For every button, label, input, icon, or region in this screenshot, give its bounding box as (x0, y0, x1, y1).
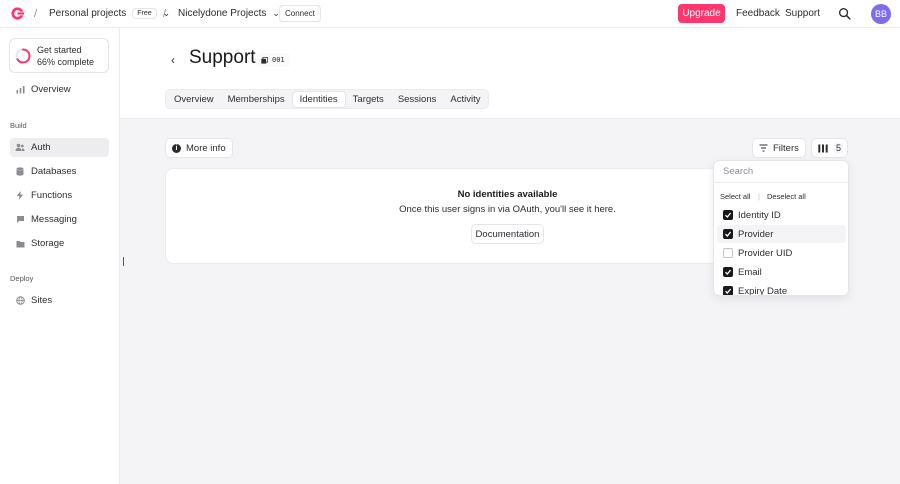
columns-count: 5 (834, 143, 844, 153)
sidebar-item-label: Auth (31, 142, 51, 153)
sidebar: Get started 66% complete Overview Build … (0, 28, 120, 484)
column-option-email[interactable]: Email (717, 263, 846, 281)
upgrade-button[interactable]: Upgrade (678, 4, 725, 23)
database-icon (15, 167, 25, 177)
filters-label: Filters (773, 142, 799, 154)
action-divider: | (758, 192, 760, 201)
sidebar-item-databases[interactable]: Databases (10, 162, 109, 181)
avatar[interactable]: BB (871, 4, 891, 24)
breadcrumb-project[interactable]: Nicelydone Projects ⌄ (178, 8, 280, 19)
sidebar-item-messaging[interactable]: Messaging (10, 210, 109, 229)
column-option-expiry-date[interactable]: Expiry Date (717, 282, 846, 296)
sidebar-item-label: Databases (31, 166, 77, 177)
columns-icon (818, 144, 828, 152)
lightning-icon (15, 191, 25, 201)
breadcrumb-separator: / (34, 8, 38, 20)
section-label-build: Build (10, 121, 27, 130)
users-icon (15, 143, 25, 153)
deselect-all-button[interactable]: Deselect all (767, 192, 806, 201)
sidebar-item-functions[interactable]: Functions (10, 186, 109, 205)
select-all-button[interactable]: Select all (720, 192, 750, 201)
tab-sessions[interactable]: Sessions (391, 91, 444, 108)
appwrite-logo-icon[interactable] (10, 6, 25, 21)
more-info-button[interactable]: i More info (165, 138, 233, 158)
tab-memberships[interactable]: Memberships (221, 91, 292, 108)
more-info-label: More info (186, 142, 226, 154)
column-option-provider-uid[interactable]: Provider UID (717, 244, 846, 262)
tab-bar: Overview Memberships Identities Targets … (165, 89, 490, 109)
breadcrumb-org[interactable]: Personal projects Free ⌄ (49, 8, 170, 19)
breadcrumb-project-label: Nicelydone Projects (178, 8, 267, 19)
get-started-card[interactable]: Get started 66% complete (9, 38, 109, 73)
bar-chart-icon (15, 85, 25, 95)
page-header: ‹ Support 001 Overview Memberships Ident… (120, 28, 900, 119)
column-option-label: Provider (738, 228, 774, 240)
feedback-link[interactable]: Feedback (736, 8, 780, 19)
breadcrumb-org-label: Personal projects (49, 8, 127, 19)
tab-targets[interactable]: Targets (346, 91, 391, 108)
columns-button[interactable]: 5 (811, 138, 848, 158)
sidebar-item-storage[interactable]: Storage (10, 234, 109, 253)
sidebar-resize-handle[interactable] (123, 257, 124, 266)
checkbox-checked[interactable] (723, 286, 733, 295)
id-badge[interactable]: 001 (256, 53, 290, 67)
sidebar-item-label: Sites (31, 295, 53, 306)
connect-button[interactable]: Connect (279, 5, 321, 22)
get-started-progress: 66% complete (37, 57, 95, 67)
id-badge-value: 001 (272, 56, 285, 64)
sidebar-item-label: Messaging (31, 214, 77, 225)
columns-popover: Select all | Deselect all Identity ID Pr… (713, 160, 849, 296)
filters-button[interactable]: Filters (752, 138, 806, 158)
tab-overview[interactable]: Overview (167, 91, 221, 108)
sidebar-item-overview[interactable]: Overview (10, 80, 109, 99)
checkbox-checked[interactable] (723, 210, 733, 220)
back-arrow-icon[interactable]: ‹ (171, 53, 175, 67)
tab-activity[interactable]: Activity (443, 91, 487, 108)
filter-icon (759, 144, 768, 152)
sidebar-item-auth[interactable]: Auth (10, 138, 109, 157)
globe-icon (15, 296, 25, 306)
support-link[interactable]: Support (785, 8, 820, 19)
progress-ring-icon (15, 48, 31, 64)
documentation-button[interactable]: Documentation (471, 224, 544, 244)
sidebar-item-label: Overview (31, 84, 71, 95)
chat-icon (15, 215, 25, 225)
sidebar-item-label: Storage (31, 238, 65, 249)
get-started-title: Get started (37, 45, 82, 55)
checkbox-checked[interactable] (723, 267, 733, 277)
checkbox-checked[interactable] (723, 229, 733, 239)
top-bar: / Personal projects Free ⌄ / Nicelydone … (0, 0, 900, 28)
plan-badge: Free (132, 8, 157, 19)
columns-search-input[interactable] (714, 161, 848, 183)
copy-icon (261, 56, 268, 64)
column-option-label: Provider UID (738, 247, 793, 259)
page-title: Support (189, 47, 256, 68)
sidebar-item-label: Functions (31, 190, 73, 201)
section-label-deploy: Deploy (10, 274, 34, 283)
column-option-label: Email (738, 266, 762, 278)
checkbox-unchecked[interactable] (723, 248, 733, 258)
tab-identities[interactable]: Identities (291, 90, 346, 108)
info-icon: i (172, 143, 181, 153)
column-option-identity-id[interactable]: Identity ID (717, 206, 846, 224)
search-icon[interactable] (838, 7, 851, 20)
column-option-label: Expiry Date (738, 285, 788, 296)
folder-icon (15, 239, 25, 249)
column-option-provider[interactable]: Provider (717, 225, 846, 243)
sidebar-item-sites[interactable]: Sites (10, 291, 109, 310)
column-option-label: Identity ID (738, 209, 781, 221)
breadcrumb-separator: / (163, 8, 167, 20)
